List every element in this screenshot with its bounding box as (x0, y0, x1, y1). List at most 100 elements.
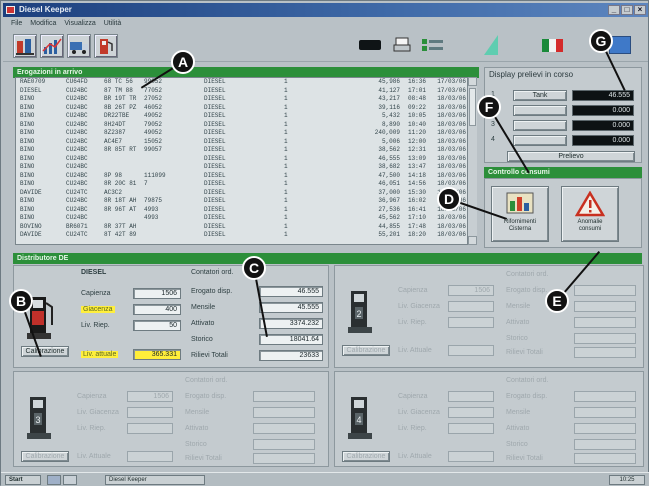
table-cell: 17:10 (407, 214, 426, 221)
svg-text:4: 4 (356, 415, 361, 425)
erogato-field (253, 391, 315, 402)
table-row[interactable]: BINO CU24BC 8H24DT 79052 DIESEL 1 8,890 10:40 18… (16, 121, 476, 130)
table-cell: DAVIDE (20, 188, 42, 196)
pump-2-icon: 2 (348, 291, 372, 333)
contatori-title: Contatori ord. (506, 377, 549, 384)
callout-e: E (545, 289, 569, 313)
table-cell: 79052 (144, 120, 163, 128)
table-row[interactable]: BINO CU24BC DIESEL 1 46,555 13:09 18/03/06 (16, 155, 476, 164)
table-cell: 17:01 (407, 86, 426, 94)
minimize-button[interactable]: _ (608, 5, 620, 15)
calibrazione-4-button[interactable]: Calibrazione (342, 451, 390, 462)
scroll-thumb[interactable] (469, 88, 476, 126)
table-row[interactable]: DAVIDECU24TCAC3C2DIESEL137,00015:3018/03… (16, 189, 476, 198)
table-cell: 18/03/06 (437, 154, 466, 162)
table-cell: BINO (20, 180, 35, 187)
table-cell: 1 (284, 137, 288, 145)
menu-tools[interactable]: Utilità (104, 18, 122, 29)
scroll-down-button[interactable] (468, 236, 477, 245)
quicklaunch-desktop-icon[interactable] (63, 475, 77, 485)
attivato-field (574, 317, 636, 328)
table-cell: BINO (20, 205, 35, 213)
table-cell: AC4E7 (104, 137, 123, 145)
tank-toolbar-button[interactable] (13, 34, 37, 58)
prelievo-button[interactable]: Prelievo (507, 151, 635, 162)
close-button[interactable]: × (634, 5, 646, 15)
table-cell: CU24TC (66, 231, 88, 238)
table-cell: DAVIDE (20, 231, 42, 238)
table-cell: 7 (144, 180, 148, 187)
table-row[interactable]: BINO CU24BC DIESEL 1 38,682 13:47 18/03/06 (16, 163, 476, 172)
menu-edit[interactable]: Modifica (30, 18, 56, 29)
table-cell: DIESEL (204, 86, 226, 94)
table-cell: 49052 (144, 129, 163, 136)
rifornimenti-cisterna-button[interactable]: Rifornimenti Cisterna (491, 186, 549, 242)
truck-toolbar-button[interactable] (67, 34, 91, 58)
table-cell: 45,562 (378, 214, 400, 221)
table-cell: 1 (284, 197, 288, 204)
table-cell: DIESEL (204, 180, 226, 187)
table-row[interactable]: BINO CU24BC 8R 96T AT 4993 DIESEL 1 27,536 16:4… (16, 206, 476, 215)
table-cell: 08:48 (407, 95, 426, 102)
calibrazione-1-button[interactable]: Calibrazione (21, 346, 69, 357)
prelievo-select-button[interactable]: Tank (513, 90, 567, 101)
anomalie-consumi-button[interactable]: Anomalie consumi (561, 186, 619, 242)
calibrazione-3-button[interactable]: Calibrazione (21, 451, 69, 462)
table-row[interactable]: DIESEL CU24BC 87 TM 88 77052 DIESEL 1 41,127 17… (16, 87, 476, 96)
start-button[interactable]: Start (5, 475, 41, 485)
livello-attuale-label: Liv. Attuale (77, 453, 111, 460)
capienza-label: Capienza (77, 393, 107, 400)
anomalie-label: Anomalie consumi (577, 219, 603, 232)
table-row[interactable]: BINO CU24BC 8R 85T RT 99057 DIESEL 1 38,562 12:… (16, 146, 476, 155)
prelievo-value: 0.000 (572, 120, 634, 131)
giacenza-label: Liv. Giacenza (77, 409, 119, 416)
prelievo-select-button[interactable] (513, 105, 567, 116)
scroll-up-button[interactable] (468, 77, 477, 86)
svg-text:2: 2 (356, 309, 361, 319)
quicklaunch-ie-icon[interactable] (47, 475, 61, 485)
calibrazione-2-button[interactable]: Calibrazione (342, 345, 390, 356)
table-cell: 8T 42T 89 (104, 231, 137, 238)
chart-toolbar-button[interactable] (40, 34, 64, 58)
table-cell: 1 (284, 95, 288, 102)
table-row[interactable]: BINO CU24BC 8Z2387 49052 DIESEL 1 240,009 11:20… (16, 129, 476, 138)
attivato-label: Attivato (191, 320, 215, 327)
table-row[interactable]: BINO CU24BC BR 19T TR 27052 DIESEL 1 43,217 08:… (16, 95, 476, 104)
task-diesel-keeper[interactable]: Diesel Keeper (105, 475, 205, 485)
table-row[interactable]: BINO CU24BC 8P 98 111099 DIESEL 1 47,500 14:18 1… (16, 172, 476, 181)
table-cell: 18/03/06 (437, 120, 466, 128)
livello-riepilogo-label: Liv. Riep. (398, 425, 427, 432)
pump-toolbar-button[interactable] (94, 34, 118, 58)
table-cell: DIESEL (204, 95, 226, 102)
table-row[interactable]: BINO CU24BC 8R 18T AH 79875 DIESEL 1 36,967 16:… (16, 197, 476, 206)
table-row[interactable]: DAVIDE CU24TC 8T 42T 89 DIESEL 1 55,201 18:20 1… (16, 231, 476, 240)
table-cell: 18/03/06 (437, 103, 466, 111)
giacenza-field: 400 (133, 304, 181, 315)
menu-file[interactable]: File (11, 18, 22, 29)
erogazioni-table[interactable]: RAE0709CU64FD68 TC 5699052DIESEL145,9861… (15, 77, 477, 245)
table-scrollbar[interactable] (467, 77, 477, 245)
table-row[interactable]: RAE0709CU64FD68 TC 5699052DIESEL145,9861… (16, 78, 476, 87)
pump-icon (100, 39, 113, 54)
table-row[interactable]: BINO CU24BC 8B 26T PZ 46052 DIESEL 1 39,116 09:… (16, 104, 476, 113)
signal-icon (483, 34, 499, 56)
table-cell: DIESEL (204, 78, 226, 85)
table-cell: 1 (284, 180, 288, 187)
erogato-label: Erogato disp. (185, 393, 227, 400)
table-cell: BINO (20, 95, 35, 102)
window-title: Diesel Keeper (19, 5, 72, 14)
table-row[interactable]: BINO CU24BC AC4E7 15052 DIESEL 1 5,006 12:00 18/… (16, 138, 476, 147)
table-cell: BINO (20, 171, 35, 179)
table-row[interactable]: BINO CU24BC 4993 DIESEL 1 45,562 17:10 18/03/06 (16, 214, 476, 223)
table-row[interactable]: BINO CU24BC 8R 20C 81 7 DIESEL 1 46,051 14:56 18… (16, 180, 476, 189)
prelievo-select-button[interactable] (513, 120, 567, 131)
menu-view[interactable]: Visualizza (64, 18, 95, 29)
table-row[interactable]: BOVINO BR6071 8R 37T AH DIESEL 1 44,855 17:48 1… (16, 223, 476, 232)
table-row[interactable]: BINO CU24BC DR22TBE 49052 DIESEL 1 5,432 10:05 1… (16, 112, 476, 121)
table-cell: 39,116 (378, 103, 400, 111)
prelievo-select-button[interactable] (513, 135, 567, 146)
table-cell: CU24BC (66, 163, 88, 170)
table-cell: 17:48 (407, 222, 426, 230)
maximize-button[interactable]: □ (621, 5, 633, 15)
italian-flag-icon[interactable] (542, 39, 563, 52)
